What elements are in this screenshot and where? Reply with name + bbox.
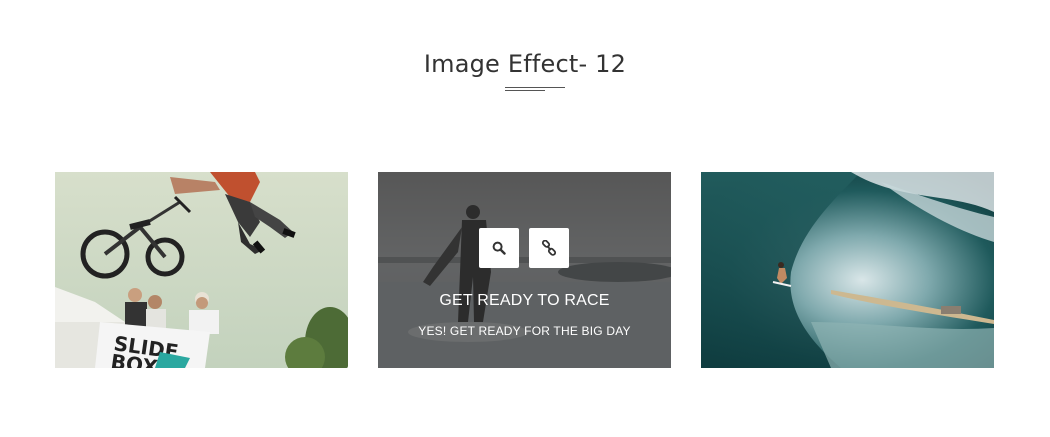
link-button[interactable] [529,228,569,268]
bmx-photo: SLIDE BOX [55,172,348,368]
title-divider [505,87,565,93]
gallery-card-surfer[interactable]: GET READY TO RACE YES! GET READY FOR THE… [378,172,671,368]
hover-overlay: GET READY TO RACE YES! GET READY FOR THE… [378,172,671,368]
gallery-card-bmx[interactable]: SLIDE BOX [55,172,348,368]
wave-photo [701,172,994,368]
gallery-card-wave[interactable] [701,172,994,368]
section-title: Image Effect- 12 [423,50,627,78]
card-title: GET READY TO RACE [439,292,610,309]
link-icon [541,240,557,256]
card-subtitle: YES! GET READY FOR THE BIG DAY [418,324,631,338]
zoom-button[interactable] [479,228,519,268]
search-icon [492,241,506,255]
